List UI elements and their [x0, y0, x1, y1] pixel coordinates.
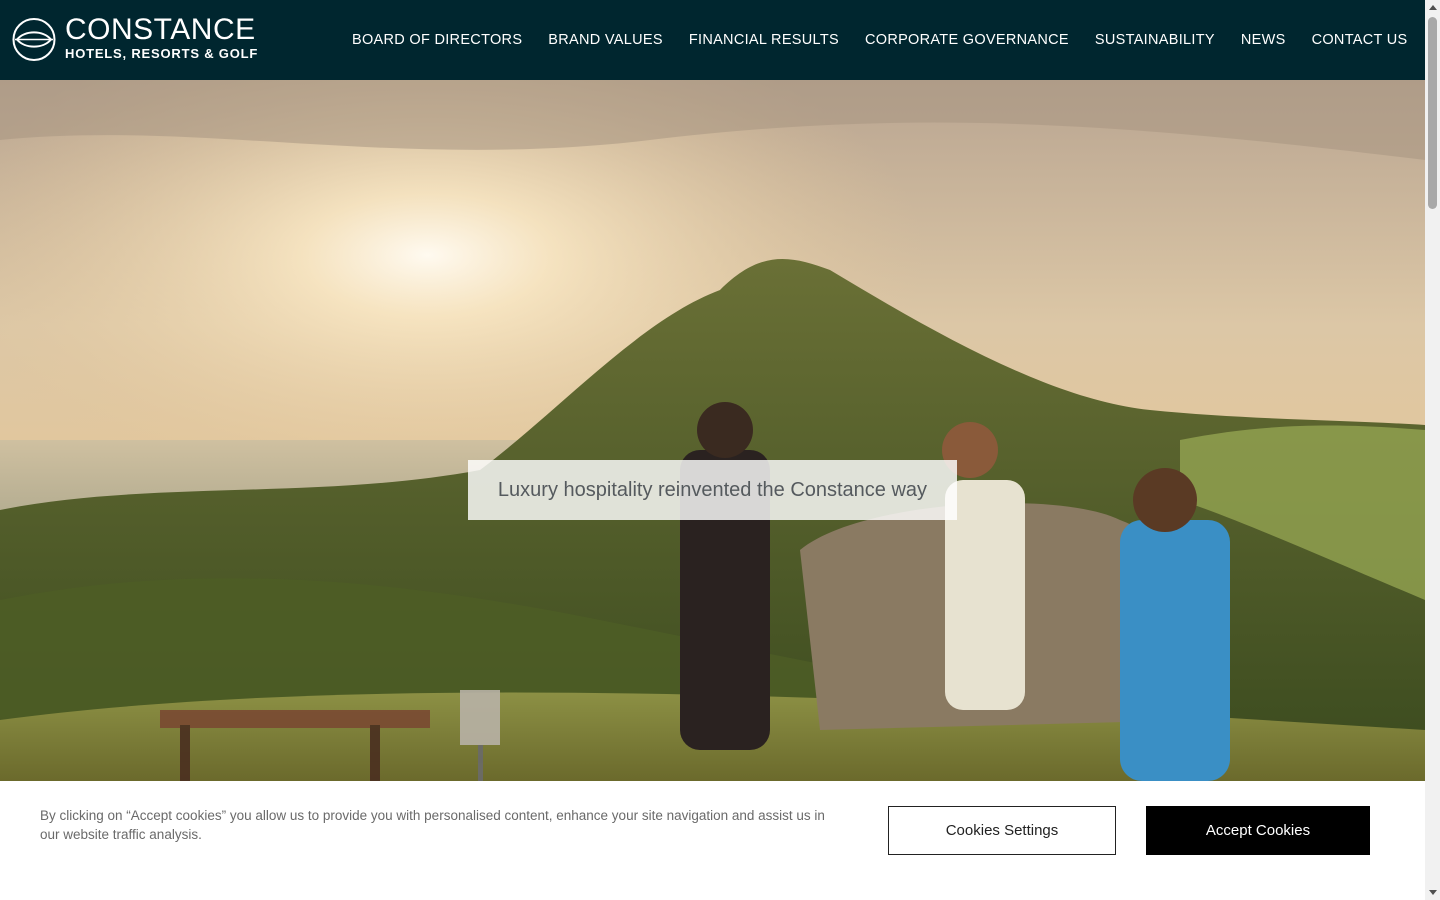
nav-board-of-directors[interactable]: BOARD OF DIRECTORS [352, 32, 522, 48]
hero-banner: Luxury hospitality reinvented the Consta… [0, 80, 1425, 781]
scroll-up-arrow-icon[interactable] [1429, 5, 1437, 10]
logo-name: CONSTANCE [65, 13, 256, 46]
nav-contact-us[interactable]: CONTACT US [1312, 32, 1408, 48]
page-scrollbar[interactable] [1425, 0, 1440, 900]
cookies-settings-button[interactable]: Cookies Settings [888, 806, 1116, 855]
hero-tagline: Luxury hospitality reinvented the Consta… [468, 460, 957, 520]
nav-financial-results[interactable]: FINANCIAL RESULTS [689, 32, 839, 48]
cookie-banner: By clicking on “Accept cookies” you allo… [0, 781, 1425, 900]
nav-sustainability[interactable]: SUSTAINABILITY [1095, 32, 1215, 48]
nav-corporate-governance[interactable]: CORPORATE GOVERNANCE [865, 32, 1069, 48]
nav-news[interactable]: NEWS [1241, 32, 1286, 48]
hero-photo [0, 80, 1425, 781]
cookie-message: By clicking on “Accept cookies” you allo… [40, 808, 825, 842]
logo-subtitle: HOTELS, RESORTS & GOLF [65, 46, 259, 61]
scroll-down-arrow-icon[interactable] [1429, 890, 1437, 895]
constance-logo[interactable]: CONSTANCE HOTELS, RESORTS & GOLF [12, 13, 259, 62]
logo-mark-icon [12, 17, 56, 61]
site-header: CONSTANCE HOTELS, RESORTS & GOLF BOARD O… [0, 0, 1425, 80]
accept-cookies-button[interactable]: Accept Cookies [1146, 806, 1370, 855]
main-nav: BOARD OF DIRECTORS BRAND VALUES FINANCIA… [352, 0, 1408, 80]
scroll-thumb[interactable] [1428, 17, 1437, 209]
nav-brand-values[interactable]: BRAND VALUES [548, 32, 663, 48]
